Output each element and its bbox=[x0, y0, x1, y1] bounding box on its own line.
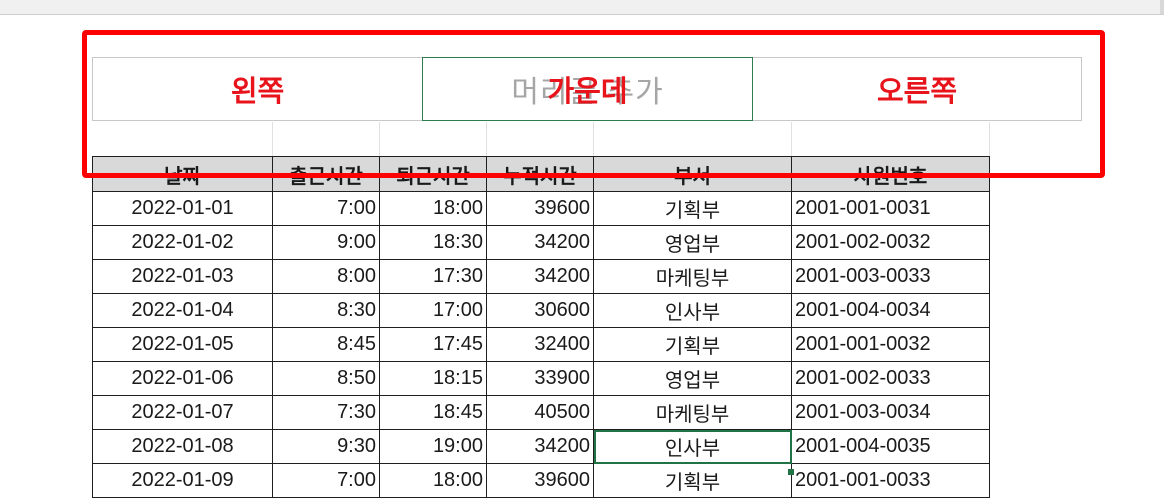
header-center-text: 가운데 bbox=[547, 76, 628, 108]
cell-department[interactable]: 영업부 bbox=[593, 225, 792, 260]
cell-date[interactable]: 2022-01-01 bbox=[92, 191, 273, 226]
cell-start-time[interactable]: 7:00 bbox=[272, 191, 380, 226]
cell-start-time[interactable]: 8:30 bbox=[272, 293, 380, 328]
cell-total-time[interactable]: 33900 bbox=[486, 361, 594, 396]
cell-end-time[interactable]: 17:00 bbox=[379, 293, 487, 328]
cell-employee-id[interactable]: 2001-004-0035 bbox=[791, 429, 990, 464]
cell-date[interactable]: 2022-01-08 bbox=[92, 429, 273, 464]
cell-employee-id[interactable]: 2001-001-0032 bbox=[791, 327, 990, 362]
table-row: 2022-01-05 8:45 17:45 32400 기획부 2001-001… bbox=[92, 327, 990, 362]
cell-date[interactable]: 2022-01-03 bbox=[92, 259, 273, 294]
cell-date[interactable]: 2022-01-09 bbox=[92, 463, 273, 498]
cell-end-time[interactable]: 17:30 bbox=[379, 259, 487, 294]
cell-employee-id[interactable]: 2001-001-0033 bbox=[791, 463, 990, 498]
cell-end-time[interactable]: 19:00 bbox=[379, 429, 487, 464]
cell-total-time[interactable]: 30600 bbox=[486, 293, 594, 328]
cell-end-time[interactable]: 17:45 bbox=[379, 327, 487, 362]
table-row: 2022-01-03 8:00 17:30 34200 마케팅부 2001-00… bbox=[92, 259, 990, 294]
cell-employee-id[interactable]: 2001-002-0033 bbox=[791, 361, 990, 396]
cell-date[interactable]: 2022-01-07 bbox=[92, 395, 273, 430]
fill-handle[interactable] bbox=[788, 469, 794, 475]
cell-total-time[interactable]: 32400 bbox=[486, 327, 594, 362]
column-header[interactable]: 부서 bbox=[593, 156, 792, 192]
gridline bbox=[486, 122, 487, 156]
gridline bbox=[593, 122, 594, 156]
cell-date[interactable]: 2022-01-06 bbox=[92, 361, 273, 396]
cell-department-selected[interactable]: 인사부 bbox=[593, 429, 792, 464]
cell-employee-id[interactable]: 2001-001-0031 bbox=[791, 191, 990, 226]
gridline bbox=[791, 122, 792, 156]
cell-date[interactable]: 2022-01-02 bbox=[92, 225, 273, 260]
table-row: 2022-01-01 7:00 18:00 39600 기획부 2001-001… bbox=[92, 191, 990, 226]
cell-total-time[interactable]: 39600 bbox=[486, 463, 594, 498]
cell-date[interactable]: 2022-01-04 bbox=[92, 293, 273, 328]
gridline bbox=[379, 122, 380, 156]
cell-department[interactable]: 영업부 bbox=[593, 361, 792, 396]
cell-total-time[interactable]: 34200 bbox=[486, 225, 594, 260]
cell-end-time[interactable]: 18:45 bbox=[379, 395, 487, 430]
cell-employee-id[interactable]: 2001-003-0033 bbox=[791, 259, 990, 294]
cell-start-time[interactable]: 9:00 bbox=[272, 225, 380, 260]
cell-department[interactable]: 기획부 bbox=[593, 463, 792, 498]
column-header[interactable]: 사원번호 bbox=[791, 156, 990, 192]
cell-start-time[interactable]: 8:00 bbox=[272, 259, 380, 294]
header-left-text: 왼쪽 bbox=[230, 76, 285, 108]
cell-end-time[interactable]: 18:15 bbox=[379, 361, 487, 396]
table-row: 2022-01-07 7:30 18:45 40500 마케팅부 2001-00… bbox=[92, 395, 990, 430]
cell-department[interactable]: 기획부 bbox=[593, 191, 792, 226]
page-header-area: 왼쪽 머리글 추가 가운데 오른쪽 bbox=[92, 57, 1082, 121]
column-header[interactable]: 퇴근시간 bbox=[379, 156, 487, 192]
column-header[interactable]: 날짜 bbox=[92, 156, 273, 192]
table-row: 2022-01-04 8:30 17:00 30600 인사부 2001-004… bbox=[92, 293, 990, 328]
column-header[interactable]: 누적시간 bbox=[486, 156, 594, 192]
cell-department[interactable]: 마케팅부 bbox=[593, 395, 792, 430]
cell-employee-id[interactable]: 2001-003-0034 bbox=[791, 395, 990, 430]
header-right-text: 오른쪽 bbox=[876, 76, 958, 108]
cell-employee-id[interactable]: 2001-002-0032 bbox=[791, 225, 990, 260]
cell-total-time[interactable]: 39600 bbox=[486, 191, 594, 226]
cell-start-time[interactable]: 7:30 bbox=[272, 395, 380, 430]
table-row: 2022-01-08 9:30 19:00 34200 인사부 2001-004… bbox=[92, 429, 990, 464]
gridline bbox=[989, 122, 990, 156]
cell-start-time[interactable]: 7:00 bbox=[272, 463, 380, 498]
header-right-section[interactable]: 오른쪽 bbox=[753, 58, 1081, 120]
cell-total-time[interactable]: 34200 bbox=[486, 259, 594, 294]
header-center-section[interactable]: 머리글 추가 가운데 bbox=[422, 57, 753, 121]
scrollbar-edge[interactable] bbox=[1160, 0, 1164, 14]
cell-date[interactable]: 2022-01-05 bbox=[92, 327, 273, 362]
cell-total-time[interactable]: 40500 bbox=[486, 395, 594, 430]
cell-department[interactable]: 기획부 bbox=[593, 327, 792, 362]
gridline bbox=[272, 122, 273, 156]
cell-end-time[interactable]: 18:30 bbox=[379, 225, 487, 260]
table-row: 2022-01-09 7:00 18:00 39600 기획부 2001-001… bbox=[92, 463, 990, 498]
column-header[interactable]: 출근시간 bbox=[272, 156, 380, 192]
table-row: 2022-01-06 8:50 18:15 33900 영업부 2001-002… bbox=[92, 361, 990, 396]
top-toolbar-strip bbox=[0, 0, 1164, 15]
cell-department[interactable]: 인사부 bbox=[593, 293, 792, 328]
cell-department[interactable]: 마케팅부 bbox=[593, 259, 792, 294]
table-header-row: 날짜 출근시간 퇴근시간 누적시간 부서 사원번호 bbox=[92, 156, 990, 192]
cell-end-time[interactable]: 18:00 bbox=[379, 191, 487, 226]
cell-employee-id[interactable]: 2001-004-0034 bbox=[791, 293, 990, 328]
cell-start-time[interactable]: 9:30 bbox=[272, 429, 380, 464]
table-row: 2022-01-02 9:00 18:30 34200 영업부 2001-002… bbox=[92, 225, 990, 260]
cell-start-time[interactable]: 8:50 bbox=[272, 361, 380, 396]
cell-total-time[interactable]: 34200 bbox=[486, 429, 594, 464]
spreadsheet-table: 날짜 출근시간 퇴근시간 누적시간 부서 사원번호 2022-01-01 7:0… bbox=[92, 156, 990, 498]
cell-end-time[interactable]: 18:00 bbox=[379, 463, 487, 498]
cell-start-time[interactable]: 8:45 bbox=[272, 327, 380, 362]
header-left-section[interactable]: 왼쪽 bbox=[93, 58, 422, 120]
